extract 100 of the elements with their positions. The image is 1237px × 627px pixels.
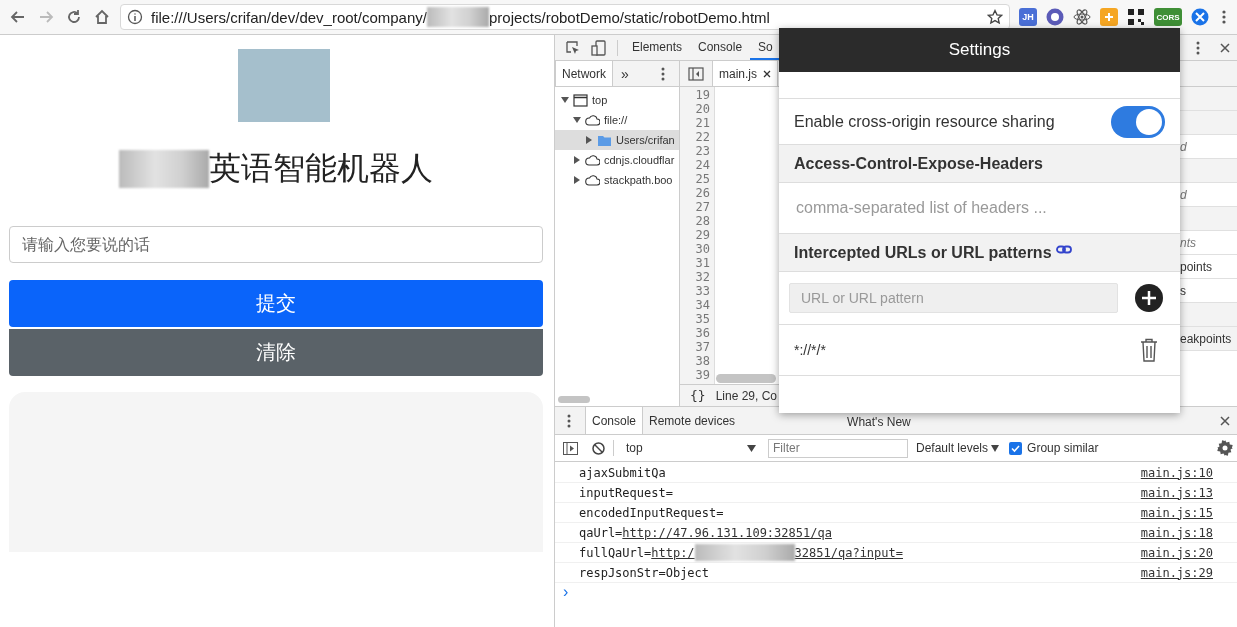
line-number: 28 — [694, 214, 711, 228]
line-number: 31 — [694, 256, 711, 270]
line-number: 30 — [694, 242, 711, 256]
sidebar-toggle-icon[interactable] — [563, 441, 578, 455]
sidebar-text: nts — [1180, 235, 1196, 250]
line-number: 27 — [694, 200, 711, 214]
line-number: 34 — [694, 298, 711, 312]
close-icon[interactable] — [1220, 415, 1230, 426]
line-number: 39 — [694, 368, 711, 382]
menu-icon[interactable] — [1221, 9, 1227, 25]
tree-item[interactable]: cdnjs.cloudflar — [555, 150, 679, 170]
scrollbar-thumb[interactable] — [716, 374, 776, 383]
url-text: file:///Users/crifan/dev/dev_root/company/ — [151, 8, 427, 26]
more-options-icon[interactable] — [661, 66, 665, 81]
trash-icon[interactable] — [1140, 338, 1158, 362]
more-options-icon[interactable] — [567, 413, 571, 428]
line-number: 24 — [694, 158, 711, 172]
extension-button[interactable]: CORS — [1154, 8, 1182, 26]
add-icon[interactable] — [1135, 284, 1163, 312]
sidebar-text: points — [1180, 259, 1213, 274]
url-text: projects/robotDemo/static/robotDemo.html — [488, 8, 770, 26]
source-link[interactable]: main.js:29 — [1140, 565, 1213, 580]
qr-code-icon[interactable] — [1127, 8, 1145, 26]
drawer-tab[interactable]: Console — [585, 407, 644, 434]
setting-label: Enable cross-origin resource sharing — [794, 112, 1055, 131]
toggle-switch[interactable] — [1111, 105, 1165, 138]
checkbox-label: Group similar — [1027, 441, 1099, 455]
cloud-icon — [585, 172, 600, 188]
line-number: 38 — [694, 354, 711, 368]
expanded-arrow-icon[interactable] — [573, 116, 581, 124]
filter-field[interactable]: Filter — [768, 438, 908, 458]
tree-item[interactable]: Users/crifan — [555, 130, 679, 150]
device-toolbar-icon[interactable] — [591, 39, 607, 56]
log-message: fullQaUrl=http:/ 32851/qa?input= — [579, 544, 903, 561]
source-link[interactable]: main.js:18 — [1140, 525, 1213, 540]
close-icon[interactable] — [763, 69, 771, 78]
scrollbar-thumb[interactable] — [558, 395, 590, 403]
log-message: encodedInputRequest= — [579, 505, 724, 520]
frame-icon — [573, 92, 588, 108]
line-number: 19 — [694, 88, 711, 102]
line-number: 33 — [694, 284, 711, 298]
log-link[interactable]: http:/ — [651, 545, 695, 560]
dialog-title: Settings — [779, 28, 1180, 72]
more-tabs-button[interactable]: » — [621, 65, 629, 82]
cloud-icon — [585, 112, 600, 128]
collapsed-arrow-icon[interactable] — [573, 176, 581, 184]
address-bar[interactable]: file:///Users/crifan/dev/dev_root/company/ projects/robotDemo/static/robotDemo.html — [120, 4, 1010, 30]
panel-tab[interactable]: Console — [690, 35, 751, 60]
link-icon[interactable] — [1055, 244, 1072, 255]
toggle-navigator-icon[interactable] — [688, 66, 704, 81]
tree-item[interactable]: top — [555, 90, 679, 110]
message-input[interactable]: 请输入您要说的话 — [9, 226, 543, 263]
log-levels-dropdown[interactable]: Default levels — [916, 441, 1000, 455]
pattern-input[interactable]: URL or URL pattern — [789, 283, 1118, 313]
checkbox-checked-icon[interactable] — [1009, 441, 1023, 455]
atom-icon[interactable] — [1073, 8, 1091, 26]
back-icon[interactable] — [10, 9, 26, 25]
clear-button[interactable]: 清除 — [9, 329, 543, 376]
sidebar-text: s — [1180, 283, 1186, 298]
file-tab[interactable]: main.js — [712, 61, 778, 86]
line-number: 21 — [694, 116, 711, 130]
extension-icon[interactable] — [1046, 8, 1064, 26]
redaction-blur — [426, 7, 489, 27]
home-icon[interactable] — [94, 9, 110, 25]
console-prompt[interactable]: › — [555, 583, 1237, 603]
log-message: respJsonStr=Object — [579, 565, 710, 580]
drawer-tab[interactable]: What's New — [841, 415, 917, 429]
drawer-tab[interactable]: Remote devices — [643, 413, 742, 428]
extension-icon[interactable] — [1191, 8, 1209, 26]
panel-tab[interactable]: Elements — [624, 35, 691, 60]
reload-icon[interactable] — [66, 9, 82, 25]
tree-item[interactable]: stackpath.boo — [555, 170, 679, 190]
pretty-print-button[interactable]: {} — [690, 388, 706, 403]
inspect-icon[interactable] — [565, 39, 581, 56]
context-selector[interactable]: top — [622, 441, 756, 455]
tree-label: top — [592, 94, 608, 106]
more-options-icon[interactable] — [1196, 40, 1200, 55]
line-number: 36 — [694, 326, 711, 340]
tree-label: Users/crifan — [616, 134, 675, 146]
log-message: ajaxSubmitQa — [579, 465, 666, 480]
extension-button[interactable]: JH — [1019, 8, 1037, 26]
collapsed-arrow-icon[interactable] — [585, 136, 593, 144]
source-link[interactable]: main.js:13 — [1140, 485, 1213, 500]
source-link[interactable]: main.js:20 — [1140, 545, 1213, 560]
log-link[interactable]: http://47.96.131.109:32851/qa — [622, 525, 832, 540]
submit-button[interactable]: 提交 — [9, 280, 543, 327]
close-icon[interactable] — [1220, 42, 1230, 53]
line-number: 26 — [694, 186, 711, 200]
collapsed-arrow-icon[interactable] — [573, 156, 581, 164]
sidebar-text: eakpoints — [1180, 331, 1232, 346]
log-link[interactable]: 32851/qa?input= — [794, 545, 903, 560]
settings-icon[interactable] — [1217, 440, 1233, 456]
dropdown-arrow-icon — [747, 444, 756, 452]
bookmark-star-icon[interactable] — [987, 9, 1003, 25]
source-link[interactable]: main.js:10 — [1140, 465, 1213, 480]
tree-item[interactable]: file:// — [555, 110, 679, 130]
navigator-tab[interactable]: Network — [555, 61, 613, 86]
clear-console-icon[interactable] — [592, 441, 605, 455]
source-link[interactable]: main.js:15 — [1140, 505, 1213, 520]
expanded-arrow-icon[interactable] — [561, 96, 569, 104]
